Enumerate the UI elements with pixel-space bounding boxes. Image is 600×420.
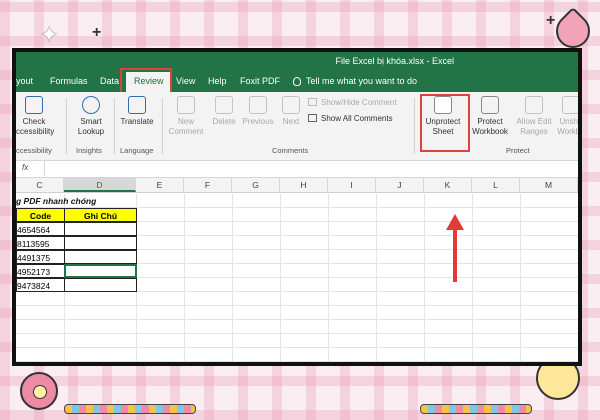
note-cell[interactable] [64,278,137,292]
search-icon [82,96,100,114]
code-cell[interactable]: 8113595 [16,236,65,250]
tab-formulas[interactable]: Formulas [50,76,88,86]
translate-label: Translate [120,117,154,126]
excel-window: File Excel bị khóa.xlsx - Excel yout For… [12,48,582,366]
delete-label: Delete [212,117,236,126]
translate-button[interactable]: Translate [118,96,156,127]
column-header-c[interactable]: C [16,178,64,192]
next-comment-button[interactable]: Next [278,96,304,127]
previous-label: Previous [242,117,274,126]
formula-input[interactable] [44,161,578,176]
code-cell[interactable]: 9473824 [16,278,65,292]
title-bar: File Excel bị khóa.xlsx - Excel [16,52,578,70]
fx-icon: fx [22,163,29,172]
tab-data[interactable]: Data [100,76,119,86]
code-cell[interactable]: 4952173 [16,264,65,278]
group-label-protect: Protect [506,146,530,155]
group-label-insights: Insights [76,146,102,155]
plus-decoration: + [92,24,102,41]
allow-edit-ranges-button[interactable]: Allow Edit Ranges [514,96,554,137]
beads-decoration [420,404,532,414]
selected-note-cell[interactable] [64,264,137,278]
comment-icon [308,98,317,106]
unshare-workbook-button[interactable]: Unsha Workbo [556,96,582,137]
smart-lookup-label: Smart Lookup [77,117,105,136]
allow-edit-ranges-label: Allow Edit Ranges [516,117,552,136]
ribbon: Check ccessibility ccessibility Smart Lo… [16,92,578,161]
show-all-comments-button[interactable]: Show All Comments [308,114,393,123]
unshare-workbook-icon [562,96,578,114]
tab-foxit-pdf[interactable]: Foxit PDF [240,76,280,86]
note-cell[interactable] [64,222,137,236]
column-header-d[interactable]: D [64,178,136,192]
column-headers: C D E F G H I J K L M [16,178,578,193]
protect-workbook-label: Protect Workbook [472,117,508,136]
next-label: Next [282,117,300,126]
column-header-k[interactable]: K [424,178,472,192]
code-cell[interactable]: 4654564 [16,222,65,236]
accessibility-icon [25,96,43,114]
show-all-comments-label: Show All Comments [321,114,393,123]
tab-help[interactable]: Help [208,76,227,86]
group-label-comments: Comments [272,146,309,155]
previous-comment-button[interactable]: Previous [240,96,276,127]
group-separator [162,98,163,154]
check-accessibility-button[interactable]: Check ccessibility [16,96,55,137]
delete-comment-icon [215,96,233,114]
plus-decoration: + [546,12,556,29]
sparkle-decoration: ✦ [40,22,59,47]
column-header-m[interactable]: M [520,178,578,192]
new-comment-icon [177,96,195,114]
next-comment-icon [282,96,300,114]
protect-workbook-button[interactable]: Protect Workbook [468,96,512,137]
smart-lookup-button[interactable]: Smart Lookup [74,96,108,137]
allow-edit-ranges-icon [525,96,543,114]
column-header-i[interactable]: I [328,178,376,192]
tab-layout[interactable]: yout [16,76,33,86]
flower-decoration [20,372,58,410]
header-note-cell[interactable]: Ghi Chú [64,208,137,222]
tell-me-search[interactable]: Tell me what you want to do [293,76,417,86]
column-header-f[interactable]: F [184,178,232,192]
column-header-l[interactable]: L [472,178,520,192]
group-separator [66,98,67,154]
group-separator [414,98,415,154]
sheet-title-cell[interactable]: g PDF nhanh chóng [16,194,176,208]
code-cell[interactable]: 4491375 [16,250,65,264]
pointer-arrow [453,228,457,282]
protect-workbook-icon [481,96,499,114]
column-header-g[interactable]: G [232,178,280,192]
show-hide-comment-button[interactable]: Show/Hide Comment [308,98,397,107]
lightbulb-icon [293,77,301,86]
ribbon-tabs: yout Formulas Data Review View Help Foxi… [16,70,578,92]
unprotect-sheet-highlight [420,94,470,152]
translate-icon [128,96,146,114]
unshare-workbook-label: Unsha Workbo [557,117,582,136]
check-accessibility-label: Check ccessibility [16,117,55,136]
header-code-cell[interactable]: Code [16,208,65,222]
comments-icon [308,114,317,122]
column-header-h[interactable]: H [280,178,328,192]
column-header-e[interactable]: E [136,178,184,192]
group-label-accessibility: ccessibility [16,146,52,155]
note-cell[interactable] [64,250,137,264]
note-cell[interactable] [64,236,137,250]
show-hide-comment-label: Show/Hide Comment [321,98,397,107]
new-comment-label: New Comment [168,117,204,136]
previous-comment-icon [249,96,267,114]
column-header-j[interactable]: J [376,178,424,192]
tell-me-text: Tell me what you want to do [306,76,418,86]
new-comment-button[interactable]: New Comment [166,96,206,137]
formula-bar: fx [16,161,578,178]
group-label-language: Language [120,146,154,155]
delete-comment-button[interactable]: Delete [210,96,238,127]
tab-view[interactable]: View [176,76,195,86]
beads-decoration [64,404,196,414]
worksheet-grid[interactable]: g PDF nhanh chóng Code Ghi Chú 4654564 8… [16,194,578,362]
window-title: File Excel bị khóa.xlsx - Excel [335,56,454,66]
group-separator [114,98,115,154]
pointer-arrow-head [446,214,464,230]
